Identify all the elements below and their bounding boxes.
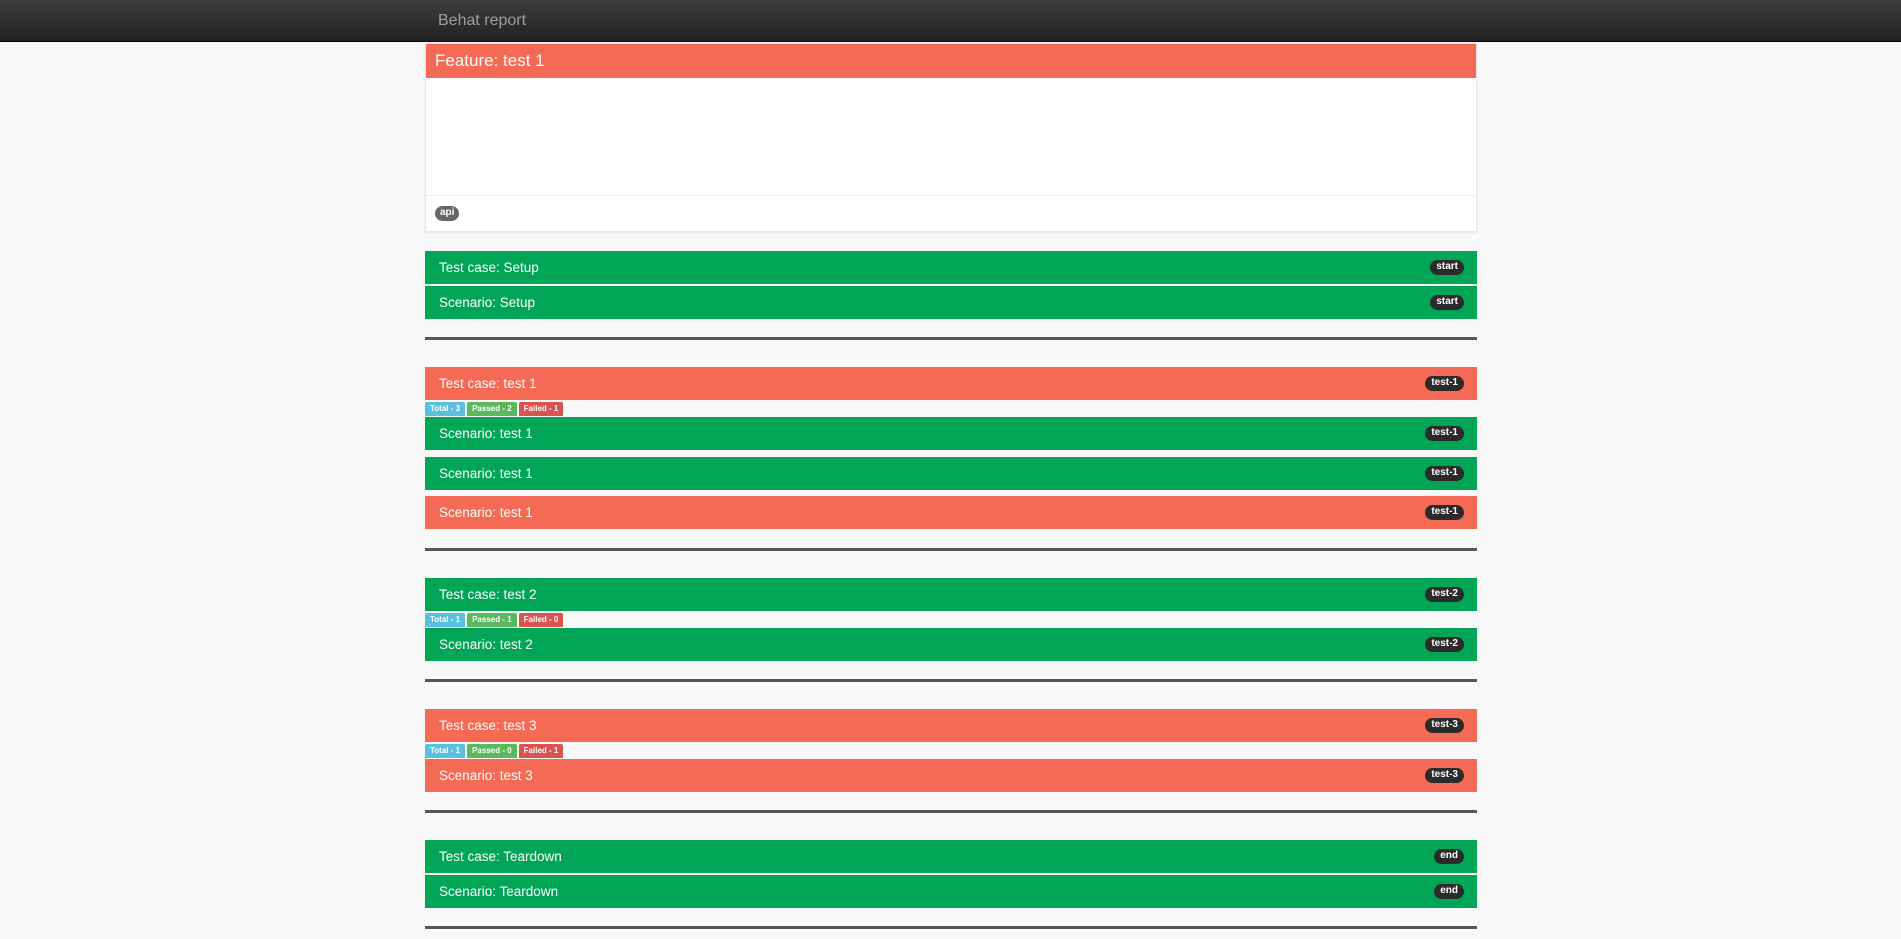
section-divider [425, 337, 1477, 340]
test-case-badge: test-3 [1425, 718, 1464, 733]
test-case-bar[interactable]: Test case: test 2 test-2 [425, 578, 1477, 611]
scenario-badge: start [1430, 295, 1464, 310]
test-case-test-1: Test case: test 1 test-1 Total - 3 Passe… [425, 367, 1477, 529]
result-counts: Total - 1 Passed - 1 Failed - 0 [425, 613, 1477, 627]
result-counts: Total - 1 Passed - 0 Failed - 1 [425, 744, 1477, 758]
total-count-label: Total - 3 [425, 402, 466, 416]
test-case-badge: test-2 [1425, 587, 1464, 602]
passed-count-label: Passed - 0 [467, 744, 517, 758]
scenario-bar[interactable]: Scenario: test 1 test-1 [425, 496, 1477, 529]
feature-title[interactable]: Feature: test 1 [426, 44, 1476, 78]
test-case-bar[interactable]: Test case: Setup start [425, 251, 1477, 284]
section-divider [425, 926, 1477, 929]
scenario-bar[interactable]: Scenario: Teardown end [425, 875, 1477, 908]
navbar-brand[interactable]: Behat report [438, 12, 526, 30]
failed-count-label: Failed - 1 [518, 402, 564, 416]
report-container: Feature: test 1 api Test case: Setup sta… [425, 43, 1477, 929]
top-navbar: Behat report [0, 0, 1901, 42]
scenario-label: Scenario: test 1 [439, 466, 533, 481]
scenario-label: Scenario: Setup [439, 295, 536, 310]
result-counts: Total - 3 Passed - 2 Failed - 1 [425, 402, 1477, 416]
test-case-test-3: Test case: test 3 test-3 Total - 1 Passe… [425, 709, 1477, 792]
scenario-badge: test-1 [1425, 466, 1464, 481]
failed-count-label: Failed - 1 [518, 744, 564, 758]
scenario-badge: test-3 [1425, 768, 1464, 783]
feature-tag-api: api [435, 206, 460, 221]
scenario-badge: test-2 [1425, 637, 1464, 652]
test-case-badge: test-1 [1425, 376, 1464, 391]
feature-description [426, 78, 1476, 196]
section-divider [425, 810, 1477, 813]
test-case-bar[interactable]: Test case: test 1 test-1 [425, 367, 1477, 400]
scenario-label: Scenario: test 1 [439, 505, 533, 520]
test-case-badge: end [1434, 849, 1464, 864]
failed-count-label: Failed - 0 [518, 613, 564, 627]
scenario-label: Scenario: test 2 [439, 637, 533, 652]
test-case-setup: Test case: Setup start Scenario: Setup s… [425, 251, 1477, 319]
test-case-label: Test case: test 1 [439, 376, 537, 391]
passed-count-label: Passed - 2 [467, 402, 517, 416]
test-case-label: Test case: Setup [439, 260, 539, 275]
scenario-label: Scenario: test 3 [439, 768, 533, 783]
scenario-label: Scenario: Teardown [439, 884, 559, 899]
scenario-bar[interactable]: Scenario: test 1 test-1 [425, 417, 1477, 450]
scenario-badge: end [1434, 884, 1464, 899]
section-divider [425, 679, 1477, 682]
total-count-label: Total - 1 [425, 613, 466, 627]
passed-count-label: Passed - 1 [467, 613, 517, 627]
test-case-bar[interactable]: Test case: Teardown end [425, 840, 1477, 873]
test-case-bar[interactable]: Test case: test 3 test-3 [425, 709, 1477, 742]
test-case-label: Test case: test 3 [439, 718, 537, 733]
test-case-label: Test case: Teardown [439, 849, 562, 864]
test-case-badge: start [1430, 260, 1464, 275]
feature-panel: Feature: test 1 api [425, 43, 1477, 232]
test-case-label: Test case: test 2 [439, 587, 537, 602]
scenario-label: Scenario: test 1 [439, 426, 533, 441]
scenario-bar[interactable]: Scenario: test 2 test-2 [425, 628, 1477, 661]
test-case-teardown: Test case: Teardown end Scenario: Teardo… [425, 840, 1477, 908]
scenario-badge: test-1 [1425, 505, 1464, 520]
total-count-label: Total - 1 [425, 744, 466, 758]
test-case-test-2: Test case: test 2 test-2 Total - 1 Passe… [425, 578, 1477, 661]
scenario-bar[interactable]: Scenario: Setup start [425, 286, 1477, 319]
section-divider [425, 548, 1477, 551]
scenario-badge: test-1 [1425, 426, 1464, 441]
feature-tags: api [426, 196, 1476, 231]
scenario-bar[interactable]: Scenario: test 1 test-1 [425, 457, 1477, 490]
scenario-bar[interactable]: Scenario: test 3 test-3 [425, 759, 1477, 792]
